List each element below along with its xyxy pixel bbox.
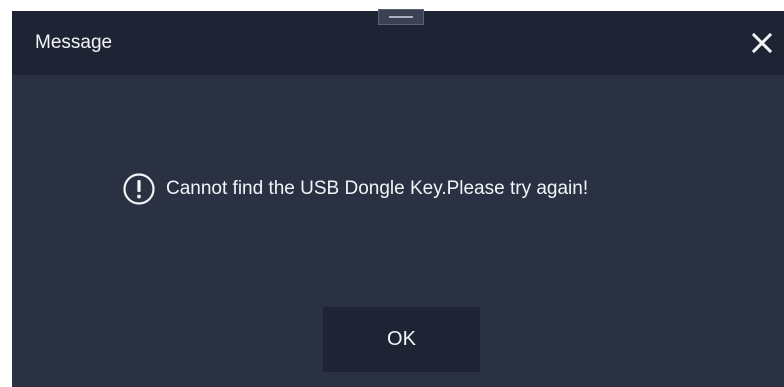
close-icon (751, 32, 773, 54)
ok-button[interactable]: OK (323, 307, 480, 372)
drag-handle-icon (389, 16, 413, 18)
message-dialog: Message Cannot find the USB Dongle Key.P… (12, 9, 784, 387)
message-row: Cannot find the USB Dongle Key.Please tr… (122, 172, 588, 206)
drag-handle[interactable] (378, 9, 424, 25)
dialog-title: Message (35, 32, 113, 53)
close-button[interactable] (746, 27, 778, 59)
message-text: Cannot find the USB Dongle Key.Please tr… (166, 178, 589, 199)
exclamation-circle-icon (122, 172, 156, 206)
